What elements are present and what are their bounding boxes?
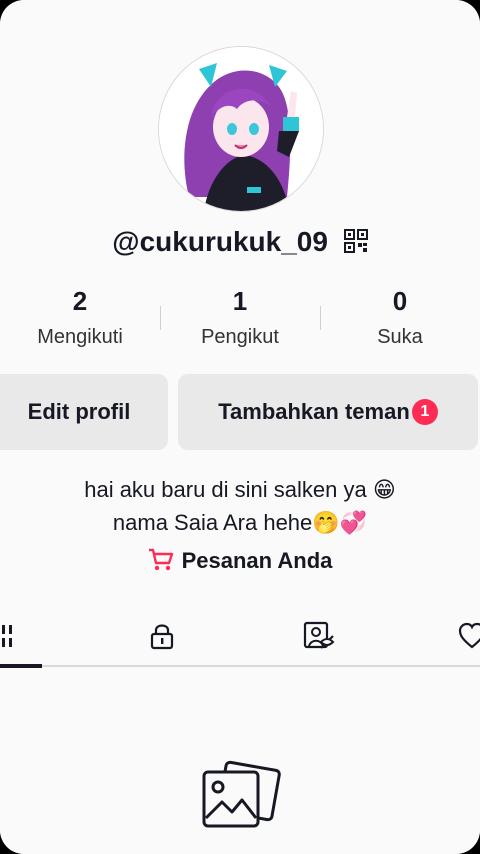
qr-code-icon[interactable] bbox=[343, 228, 368, 260]
stat-following[interactable]: 2 Mengikuti bbox=[0, 286, 160, 349]
following-count: 2 bbox=[72, 286, 88, 316]
add-friends-label: Tambahkan teman bbox=[218, 399, 410, 424]
empty-gallery-icon bbox=[198, 760, 282, 832]
tab-tagged[interactable] bbox=[298, 616, 338, 656]
grin-emoji: 😁 bbox=[372, 478, 396, 503]
bio-line-2: nama Saia Ara hehe🤭💞 bbox=[0, 507, 480, 540]
tagged-icon bbox=[303, 621, 335, 649]
tab-videos[interactable] bbox=[0, 616, 30, 656]
username[interactable]: @cukurukuk_09 bbox=[112, 226, 328, 257]
edit-profile-label: Edit profil bbox=[27, 399, 131, 424]
followers-count: 1 bbox=[232, 286, 248, 316]
liked-icon bbox=[458, 622, 480, 649]
lock-icon bbox=[150, 624, 174, 650]
bio-text-2: nama Saia Ara hehe bbox=[112, 510, 313, 535]
stat-divider bbox=[160, 306, 161, 330]
likes-label: Suka bbox=[377, 326, 423, 348]
likes-count: 0 bbox=[392, 286, 408, 316]
bio-line-1: hai aku baru di sini salken ya 😁 bbox=[0, 474, 480, 507]
stats-row: 2 Mengikuti 1 Pengikut 0 Suka bbox=[0, 286, 480, 356]
content-tabs bbox=[0, 610, 480, 666]
stat-followers[interactable]: 1 Pengikut bbox=[160, 286, 320, 349]
add-friends-button[interactable]: Tambahkan teman 1 bbox=[178, 374, 478, 450]
tab-liked[interactable] bbox=[452, 616, 480, 656]
username-row: @cukurukuk_09 bbox=[0, 226, 480, 260]
notification-badge: 1 bbox=[411, 399, 438, 425]
tabs-divider bbox=[0, 665, 480, 667]
grid-icon bbox=[2, 625, 12, 647]
giggle-hearts-emoji: 🤭💞 bbox=[312, 511, 368, 536]
edit-profile-button[interactable]: Edit profil bbox=[0, 374, 168, 450]
following-label: Mengikuti bbox=[37, 326, 123, 348]
avatar-image bbox=[159, 47, 323, 211]
avatar[interactable] bbox=[158, 46, 324, 212]
orders-label: Pesanan Anda bbox=[181, 548, 333, 573]
phone-frame: @cukurukuk_09 2 Mengikuti 1 Pengikut 0 S… bbox=[0, 0, 480, 854]
cart-icon bbox=[148, 548, 174, 578]
tab-private[interactable] bbox=[142, 616, 182, 656]
stat-likes[interactable]: 0 Suka bbox=[320, 286, 480, 349]
bio-text-1: hai aku baru di sini salken ya bbox=[84, 477, 367, 502]
followers-label: Pengikut bbox=[201, 326, 279, 348]
stat-divider bbox=[320, 306, 321, 330]
bio: hai aku baru di sini salken ya 😁 nama Sa… bbox=[0, 474, 480, 540]
active-tab-indicator bbox=[0, 664, 42, 668]
orders-link[interactable]: Pesanan Anda bbox=[0, 548, 480, 578]
profile-screen: @cukurukuk_09 2 Mengikuti 1 Pengikut 0 S… bbox=[0, 0, 480, 854]
